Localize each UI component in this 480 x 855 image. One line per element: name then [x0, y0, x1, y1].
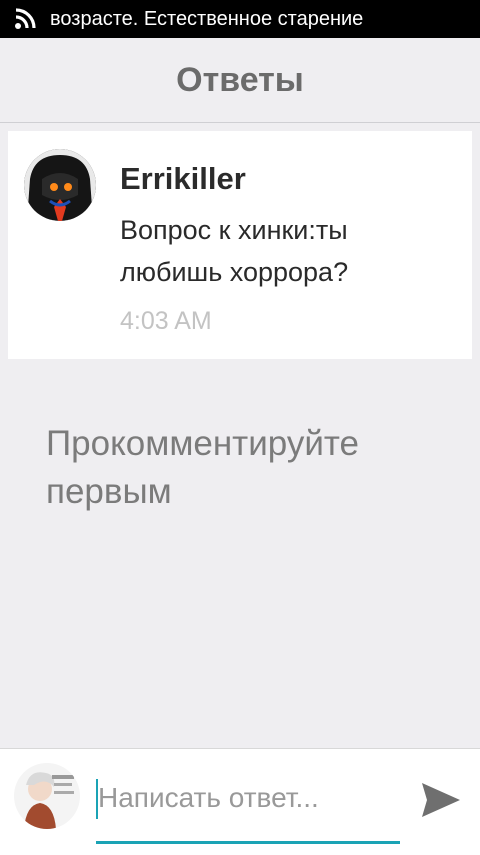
status-ticker-text: возрасте. Естественное старение [50, 7, 364, 30]
reply-input[interactable] [96, 777, 398, 819]
text-cursor [96, 779, 98, 819]
reply-card[interactable]: Errikiller Вопрос к хинки:ты любишь хорр… [8, 131, 472, 359]
empty-comments-hint: Прокомментируйте первым [46, 424, 359, 511]
input-underline [96, 841, 400, 844]
rss-icon [15, 8, 36, 29]
reply-message: Вопрос к хинки:ты любишь хоррора? [120, 215, 349, 287]
send-button[interactable] [418, 779, 464, 821]
send-icon [422, 783, 460, 817]
my-avatar-icon[interactable] [14, 763, 80, 829]
page-title: Ответы [176, 60, 304, 99]
status-bar: возрасте. Естественное старение [0, 0, 480, 38]
reply-composer [0, 748, 480, 855]
user-avatar-icon[interactable] [24, 149, 96, 221]
page-header: Ответы [0, 38, 480, 123]
reply-timestamp: 4:03 AM [120, 307, 212, 335]
reply-author[interactable]: Errikiller [120, 161, 246, 197]
